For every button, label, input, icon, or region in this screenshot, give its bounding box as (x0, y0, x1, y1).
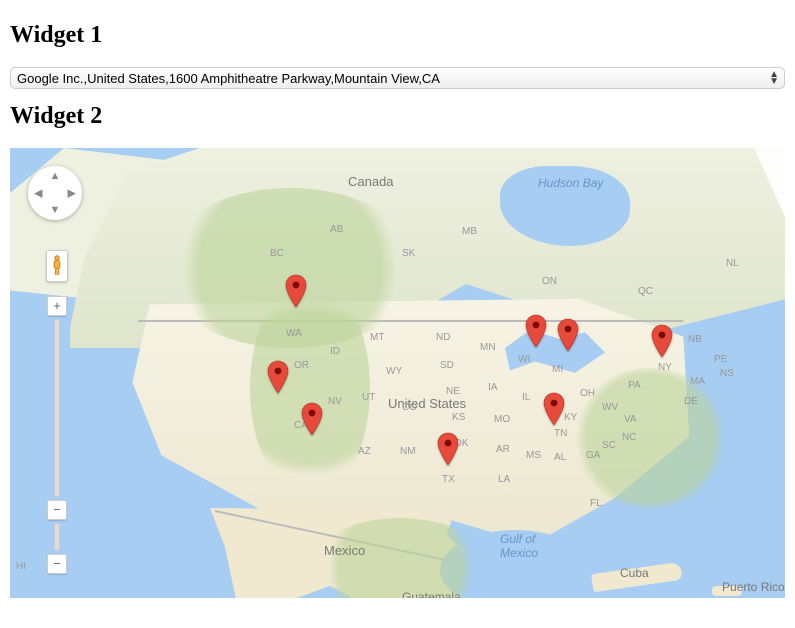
marker-san-francisco-ca[interactable] (267, 360, 289, 394)
zoom-in-button[interactable]: + (47, 296, 67, 316)
state-label: WI (518, 354, 530, 365)
state-label: DE (684, 396, 698, 407)
state-label: PA (628, 380, 641, 391)
marker-madison-wi[interactable] (525, 314, 547, 348)
water-label: Gulf of (500, 532, 535, 546)
state-label: ND (436, 332, 450, 343)
state-label: QC (638, 286, 653, 297)
state-label: MI (552, 364, 563, 375)
state-label: VA (624, 414, 637, 425)
marker-seattle-wa[interactable] (285, 274, 307, 308)
marker-atlanta-ga[interactable] (543, 392, 565, 426)
state-label: MS (526, 450, 541, 461)
marker-austin-tx[interactable] (437, 432, 459, 466)
pan-right-icon[interactable]: ▶ (68, 187, 76, 200)
marker-los-angeles-ca[interactable] (301, 402, 323, 436)
pan-control[interactable]: ▲ ▼ ◀ ▶ (28, 166, 82, 220)
zoom-control: + − − (48, 296, 66, 574)
state-label: MA (690, 376, 705, 387)
country-label: Mexico (324, 543, 365, 558)
state-label: NV (328, 396, 342, 407)
state-label: SC (602, 440, 616, 451)
state-label: AR (496, 444, 510, 455)
zoom-step-button[interactable]: − (47, 500, 67, 520)
country-label: Cuba (620, 566, 649, 580)
address-select[interactable]: Google Inc.,United States,1600 Amphithea… (10, 67, 785, 89)
state-label: AB (330, 224, 343, 235)
state-label: MB (462, 226, 477, 237)
country-label: Guatemala (402, 590, 461, 598)
state-label: NL (726, 258, 739, 269)
state-label: WY (386, 366, 402, 377)
state-label: NS (720, 368, 734, 379)
state-label: KY (564, 412, 577, 423)
state-label: FL (590, 498, 602, 509)
state-label-hi: HI (16, 561, 26, 572)
zoom-slider-track-small[interactable] (54, 523, 60, 551)
state-label: SK (402, 248, 415, 259)
pan-left-icon[interactable]: ◀ (34, 187, 42, 200)
country-label: Puerto Rico (722, 580, 785, 594)
pegman-streetview[interactable] (46, 250, 68, 282)
state-label: NC (622, 432, 636, 443)
state-label: CO (402, 402, 417, 413)
country-label: United States (388, 396, 466, 411)
state-label: OR (294, 360, 309, 371)
zoom-out-button[interactable]: − (47, 554, 67, 574)
pan-down-icon[interactable]: ▼ (50, 204, 61, 216)
state-label: WA (286, 328, 302, 339)
state-label: IA (488, 382, 497, 393)
state-label: PE (714, 354, 727, 365)
state-label: AZ (358, 446, 371, 457)
water-label: Hudson Bay (538, 176, 603, 190)
marker-ann-arbor-mi[interactable] (557, 318, 579, 352)
widget1-title: Widget 1 (10, 22, 785, 49)
state-label: AL (554, 452, 566, 463)
map-canvas[interactable]: ▲ ▼ ◀ ▶ + − − HI Canada United States Mexi… (10, 148, 785, 598)
state-label: TN (554, 428, 567, 439)
state-label: TX (442, 474, 455, 485)
state-label: LA (498, 474, 510, 485)
state-label: IL (522, 392, 530, 403)
state-label: ID (330, 346, 340, 357)
state-label: MT (370, 332, 384, 343)
address-select-holder: Google Inc.,United States,1600 Amphithea… (10, 67, 785, 89)
state-label: WV (602, 402, 618, 413)
state-label: NE (446, 386, 460, 397)
pan-up-icon[interactable]: ▲ (50, 170, 61, 182)
water-label: Mexico (500, 546, 538, 560)
state-label: UT (362, 392, 375, 403)
state-label: MN (480, 342, 496, 353)
state-label: OH (580, 388, 595, 399)
state-label: NM (400, 446, 416, 457)
state-label: MO (494, 414, 510, 425)
country-label: Canada (348, 174, 394, 189)
state-label: GA (586, 450, 600, 461)
state-label: SD (440, 360, 454, 371)
widget2-title: Widget 2 (10, 103, 785, 130)
state-label: NB (688, 334, 702, 345)
zoom-slider-track[interactable] (54, 319, 60, 497)
marker-new-york-ny[interactable] (651, 324, 673, 358)
state-label: NY (658, 362, 672, 373)
state-label: BC (270, 248, 284, 259)
state-label: KS (452, 412, 465, 423)
state-label: ON (542, 276, 557, 287)
